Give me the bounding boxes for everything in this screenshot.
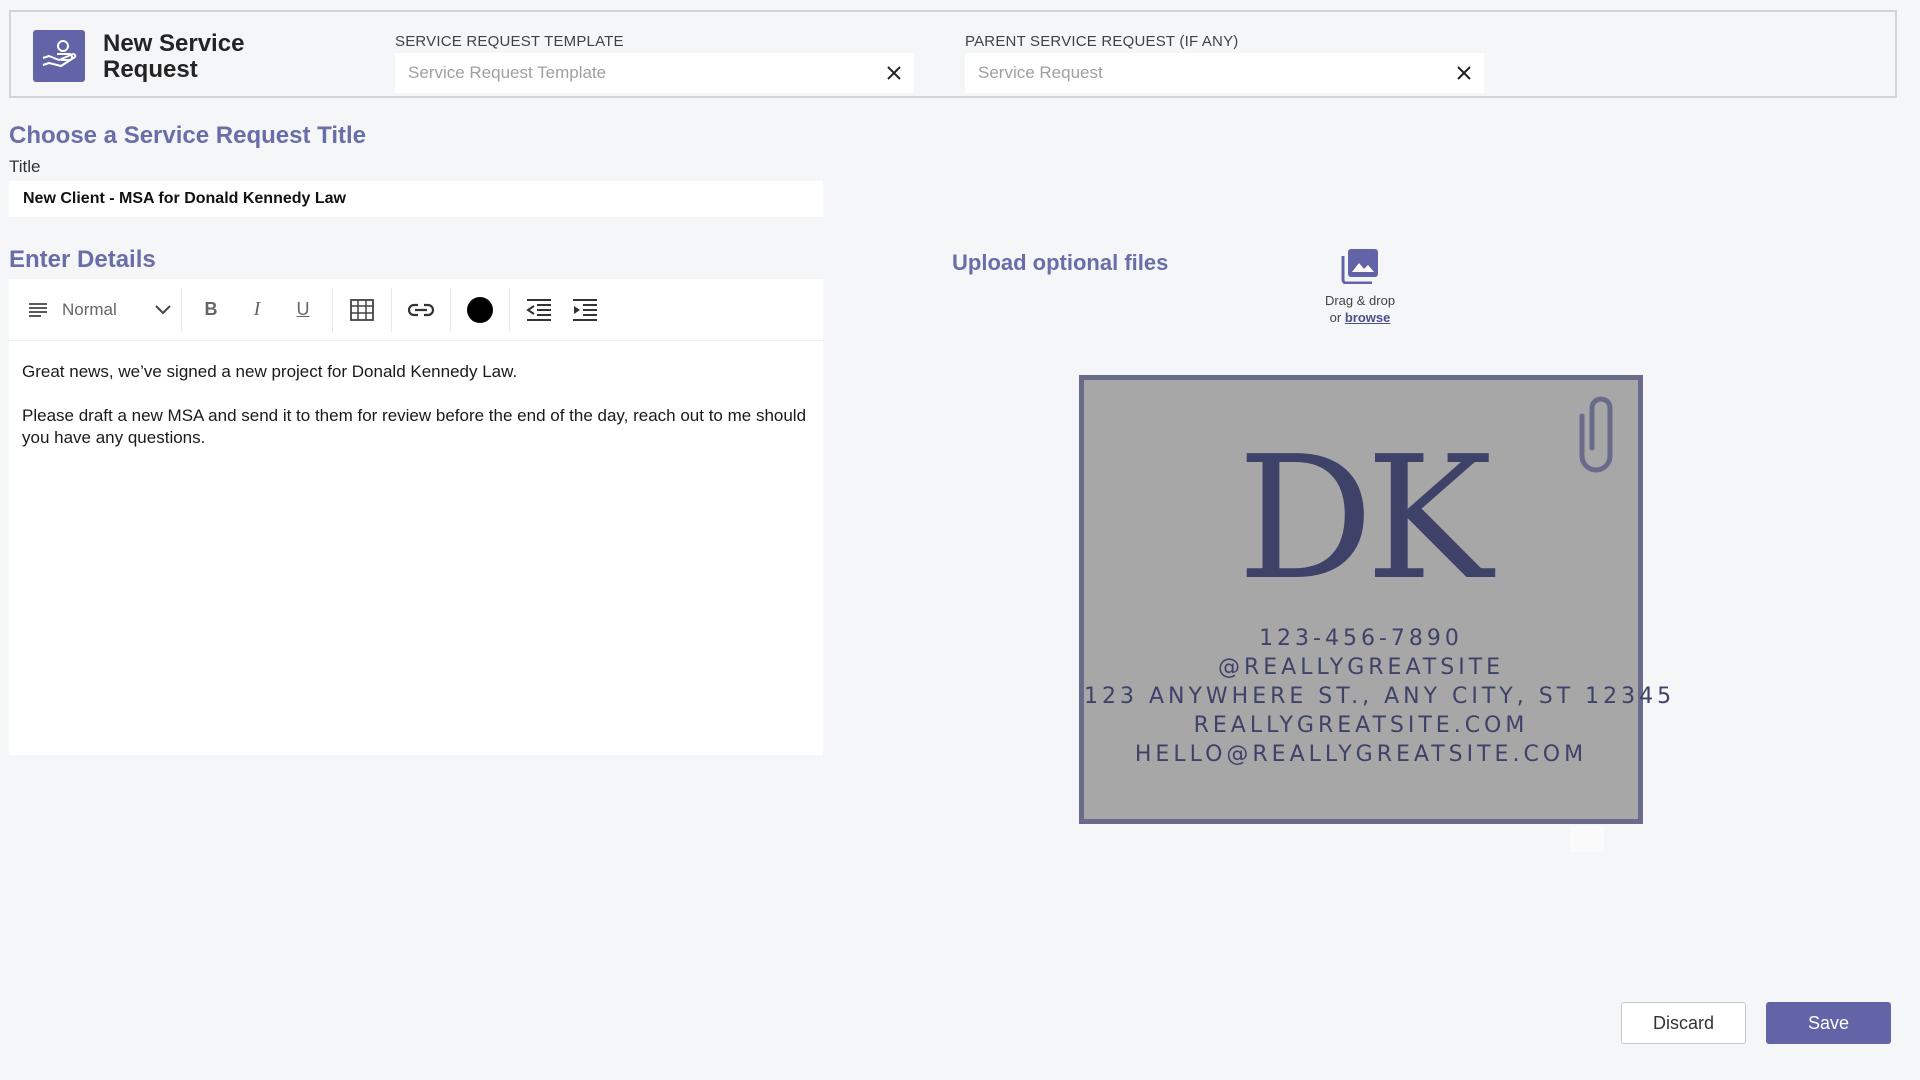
table-icon bbox=[350, 298, 374, 321]
toolbar-divider bbox=[509, 287, 510, 332]
template-field-label: SERVICE REQUEST TEMPLATE bbox=[395, 33, 624, 50]
link-icon bbox=[407, 303, 435, 316]
rich-text-editor[interactable]: Normal B I U Great news, we’ve signed a … bbox=[9, 279, 823, 755]
upload-heading: Upload optional files bbox=[952, 250, 1169, 275]
template-combobox[interactable] bbox=[395, 53, 914, 93]
insert-link-button[interactable] bbox=[401, 289, 441, 331]
toolbar-divider bbox=[450, 287, 451, 332]
title-input[interactable] bbox=[9, 181, 823, 217]
title-label: Title bbox=[9, 157, 41, 176]
parent-request-input[interactable] bbox=[978, 63, 1444, 83]
contact-info: 123-456-7890 @REALLYGREATSITE 123 ANYWHE… bbox=[1084, 624, 1676, 769]
editor-paragraph: Great news, we’ve signed a new project f… bbox=[22, 362, 518, 381]
outdent-icon bbox=[526, 298, 551, 321]
italic-button[interactable]: I bbox=[237, 289, 277, 331]
bold-icon: B bbox=[204, 299, 218, 319]
bold-button[interactable]: B bbox=[191, 289, 231, 331]
contact-line: @REALLYGREATSITE bbox=[1217, 655, 1505, 680]
drag-drop-text: Drag & drop bbox=[1324, 293, 1396, 308]
contact-line: REALLYGREATSITE.COM bbox=[1193, 713, 1529, 738]
attachment-preview[interactable]: DK 123-456-7890 @REALLYGREATSITE 123 ANY… bbox=[1079, 375, 1676, 824]
close-icon bbox=[1457, 66, 1471, 80]
header-bar: New Service Request SERVICE REQUEST TEMP… bbox=[9, 10, 1897, 98]
title-section-heading: Choose a Service Request Title bbox=[9, 122, 367, 149]
hand-service-icon bbox=[33, 30, 85, 82]
template-input[interactable] bbox=[408, 63, 874, 83]
or-text: or bbox=[1329, 310, 1342, 325]
clear-template-button[interactable] bbox=[874, 53, 914, 93]
page-title: New Service Request bbox=[103, 30, 245, 83]
file-dropzone[interactable]: Drag & drop or browse bbox=[1300, 248, 1420, 326]
contact-line: 123-456-7890 bbox=[1259, 626, 1463, 651]
color-swatch-icon bbox=[467, 296, 493, 323]
increase-indent-button[interactable] bbox=[565, 289, 605, 331]
paragraph-icon bbox=[29, 302, 47, 317]
contact-line: HELLO@REALLYGREATSITE.COM bbox=[1134, 742, 1588, 767]
details-heading: Enter Details bbox=[9, 246, 156, 273]
parent-field-label: PARENT SERVICE REQUEST (IF ANY) bbox=[965, 33, 1239, 50]
logo-monogram: DK bbox=[1237, 420, 1492, 618]
toolbar-divider bbox=[181, 287, 182, 332]
save-button[interactable]: Save bbox=[1766, 1002, 1891, 1044]
preview-handle bbox=[1570, 826, 1604, 852]
editor-paragraph: Please draft a new MSA and send it to th… bbox=[22, 406, 807, 447]
chevron-down-icon bbox=[155, 304, 171, 314]
paragraph-style-dropdown[interactable]: Normal bbox=[22, 289, 172, 331]
italic-icon: I bbox=[253, 298, 261, 320]
contact-line: 123 ANYWHERE ST., ANY CITY, ST 12345 bbox=[1084, 684, 1676, 709]
indent-icon bbox=[573, 298, 597, 321]
underline-button[interactable]: U bbox=[283, 289, 323, 331]
insert-table-button[interactable] bbox=[342, 289, 382, 331]
underline-icon: U bbox=[296, 299, 310, 319]
decrease-indent-button[interactable] bbox=[519, 289, 559, 331]
discard-button[interactable]: Discard bbox=[1621, 1002, 1746, 1044]
paragraph-style-value: Normal bbox=[62, 299, 117, 319]
toolbar-divider bbox=[391, 287, 392, 332]
parent-request-combobox[interactable] bbox=[965, 53, 1484, 93]
toolbar-divider bbox=[332, 287, 333, 332]
clear-parent-button[interactable] bbox=[1444, 53, 1484, 93]
editor-content[interactable]: Great news, we’ve signed a new project f… bbox=[9, 341, 823, 449]
browse-link[interactable]: browse bbox=[1345, 310, 1391, 325]
close-icon bbox=[887, 66, 901, 80]
paperclip-icon bbox=[1579, 396, 1613, 473]
font-color-button[interactable] bbox=[460, 289, 500, 331]
browse-line: or browse bbox=[1300, 309, 1420, 326]
image-upload-icon bbox=[1341, 249, 1378, 284]
editor-toolbar: Normal B I U bbox=[9, 279, 823, 341]
